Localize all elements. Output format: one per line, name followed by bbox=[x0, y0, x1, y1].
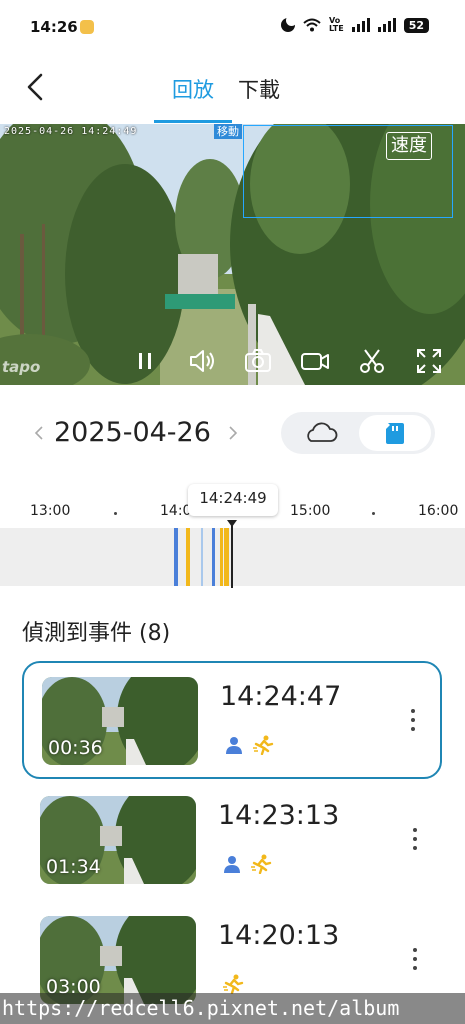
back-arrow-icon[interactable] bbox=[20, 70, 54, 104]
sd-card-icon bbox=[386, 423, 404, 444]
timeline-cursor-head bbox=[227, 520, 237, 527]
event-bar-person[interactable] bbox=[212, 528, 215, 586]
volume-icon[interactable] bbox=[187, 346, 217, 376]
clip-icon[interactable] bbox=[357, 346, 387, 376]
date-picker: 2025-04-26 bbox=[0, 405, 465, 461]
timeline-label: 16:00 bbox=[418, 503, 459, 519]
status-time: 14:26 bbox=[30, 18, 78, 36]
url-watermark: https://redcell6.pixnet.net/album bbox=[0, 993, 465, 1024]
wifi-icon bbox=[303, 18, 321, 32]
event-duration: 00:36 bbox=[48, 737, 103, 759]
event-type-icons bbox=[222, 974, 244, 994]
tab-download[interactable]: 下載 bbox=[238, 74, 280, 104]
record-icon[interactable] bbox=[300, 346, 330, 376]
status-bar: 14:26 Vo LTE 52 bbox=[0, 0, 465, 56]
video-controls bbox=[0, 344, 465, 378]
battery-indicator: 52 bbox=[403, 17, 429, 33]
snapshot-icon[interactable] bbox=[243, 346, 273, 376]
timeline-label: 15:00 bbox=[290, 503, 331, 519]
motion-tag: 移動 bbox=[214, 124, 242, 139]
volte-indicator: Vo LTE bbox=[328, 16, 344, 33]
timeline-tick bbox=[372, 512, 375, 515]
motion-detected-icon bbox=[223, 974, 244, 994]
tab-playback[interactable]: 回放 bbox=[172, 74, 214, 104]
event-time: 14:24:47 bbox=[220, 681, 342, 712]
timeline-tick bbox=[114, 512, 117, 515]
timeline-label: 13:00 bbox=[30, 503, 71, 519]
event-time: 14:20:13 bbox=[218, 920, 340, 951]
person-detected-icon bbox=[224, 856, 240, 873]
more-options-icon[interactable] bbox=[408, 705, 418, 735]
selected-date[interactable]: 2025-04-26 bbox=[54, 417, 211, 448]
previous-date-icon[interactable] bbox=[32, 423, 46, 443]
event-card-2[interactable]: 01:34 14:23:13 bbox=[22, 782, 442, 900]
event-bar-light[interactable] bbox=[201, 528, 203, 586]
signal-icon-sim2 bbox=[377, 18, 396, 32]
cloud-icon bbox=[307, 422, 338, 442]
event-time: 14:23:13 bbox=[218, 800, 340, 831]
event-bar-person[interactable] bbox=[174, 528, 178, 586]
event-bar-motion[interactable] bbox=[224, 528, 229, 586]
motion-detected-icon bbox=[251, 854, 272, 874]
sd-card-option[interactable] bbox=[359, 415, 431, 451]
timeline-label: 14:0 bbox=[160, 503, 192, 519]
do-not-disturb-icon bbox=[280, 15, 297, 32]
event-card-1[interactable]: 00:36 14:24:47 bbox=[22, 661, 442, 779]
timeline-cursor-time: 14:24:49 bbox=[188, 484, 278, 516]
active-tab-indicator bbox=[154, 120, 232, 123]
event-duration: 01:34 bbox=[46, 856, 101, 878]
event-thumbnail: 00:36 bbox=[42, 677, 198, 765]
video-player[interactable]: 2025-04-26 14:24:49 移動 速度 tapo bbox=[0, 124, 465, 385]
playback-speed-button[interactable]: 速度 bbox=[386, 132, 432, 160]
event-bar-motion[interactable] bbox=[186, 528, 190, 586]
next-date-icon[interactable] bbox=[226, 423, 240, 443]
event-thumbnail: 03:00 bbox=[40, 916, 196, 1004]
pause-icon[interactable] bbox=[130, 346, 160, 376]
timeline-cursor[interactable] bbox=[231, 520, 233, 588]
events-title: 偵測到事件 (8) bbox=[22, 621, 171, 646]
event-type-icons bbox=[224, 735, 274, 755]
signal-icon-sim1 bbox=[351, 18, 370, 32]
event-type-icons bbox=[222, 854, 272, 874]
event-bar-motion[interactable] bbox=[220, 528, 223, 586]
more-options-icon[interactable] bbox=[410, 824, 420, 854]
motion-detected-icon bbox=[253, 735, 274, 755]
more-options-icon[interactable] bbox=[410, 944, 420, 974]
osd-timestamp: 2025-04-26 14:24:49 bbox=[4, 126, 138, 137]
storage-source-toggle bbox=[281, 412, 435, 454]
event-thumbnail: 01:34 bbox=[40, 796, 196, 884]
cloud-storage-option[interactable] bbox=[285, 415, 357, 451]
header: 回放 下載 bbox=[0, 56, 465, 124]
status-indicators: Vo LTE 52 bbox=[280, 15, 429, 33]
notification-app-icon bbox=[80, 20, 94, 34]
person-detected-icon bbox=[226, 737, 242, 754]
fullscreen-icon[interactable] bbox=[414, 346, 444, 376]
